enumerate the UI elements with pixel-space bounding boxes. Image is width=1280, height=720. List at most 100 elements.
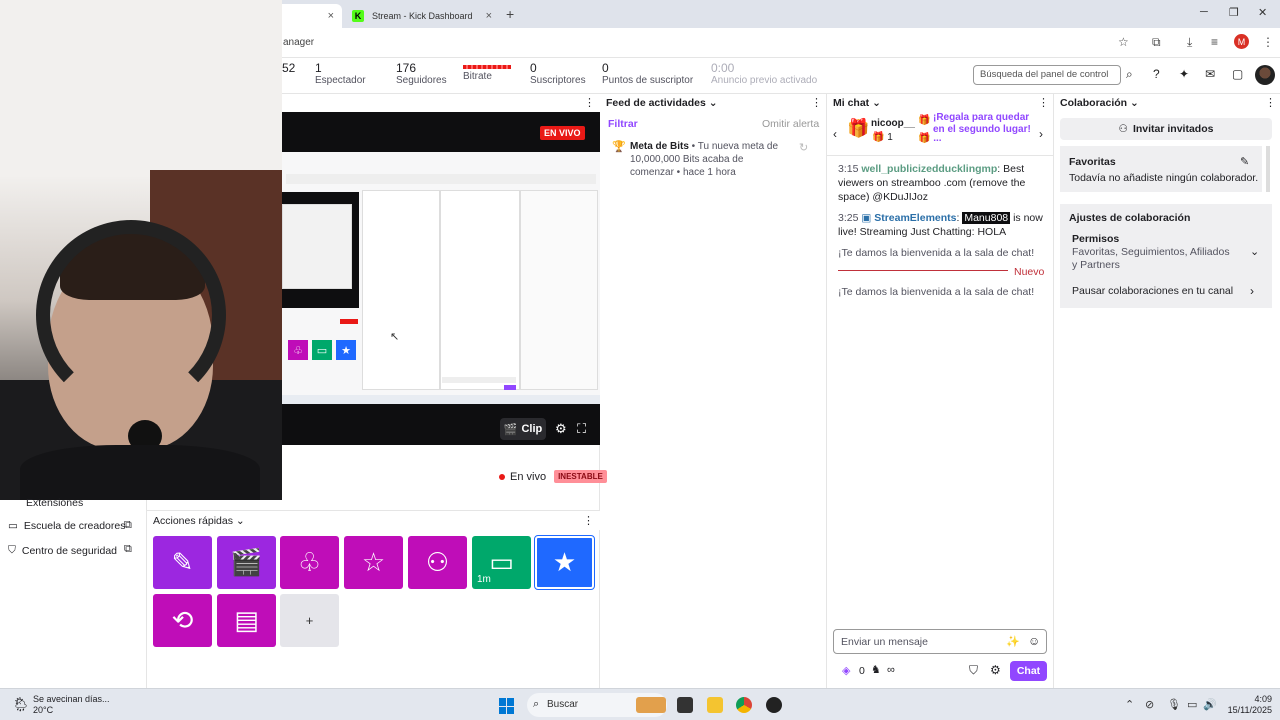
media-icon[interactable]: ≡ (1211, 35, 1218, 49)
add-quick-action-button[interactable]: + (280, 594, 339, 647)
badge-icon[interactable]: ♞ (871, 663, 881, 676)
new-tab-button[interactable]: + (506, 6, 514, 22)
chat-username[interactable]: well_publicizedducklingmp (861, 163, 997, 175)
layout-button[interactable]: ▤ (217, 594, 276, 647)
chevron-down-icon[interactable]: ⌄ (1250, 245, 1259, 258)
weather-widget[interactable]: Se avecinan días... 20°C (33, 694, 110, 716)
quick-actions-menu-icon[interactable]: ⋮ (583, 514, 594, 527)
wifi-off-icon[interactable]: ⊘ (1145, 698, 1154, 711)
weather-icon[interactable]: 🌦 (12, 696, 30, 713)
nav-item-seguridad[interactable]: ⛉ Centro de seguridad (8, 544, 117, 557)
restart-button[interactable]: ⟲ (153, 594, 212, 647)
activity-feed-title[interactable]: Feed de actividades ⌄ (606, 97, 718, 109)
scrollbar[interactable] (1266, 146, 1270, 192)
create-clip-button[interactable]: 🎬 (217, 536, 276, 589)
bookmark-star-icon[interactable]: ☆ (1118, 35, 1129, 49)
system-clock[interactable]: 4:09 15/11/2025 (1222, 694, 1272, 716)
star-icon: ★ (552, 547, 577, 577)
kick-logo-icon: K (352, 10, 364, 22)
magic-icon[interactable]: ✨ (1006, 635, 1020, 648)
infinity-label: ∞ (887, 664, 895, 676)
feature-button[interactable]: ☆ (344, 536, 403, 589)
chevron-right-icon[interactable]: › (1250, 284, 1254, 298)
mail-icon[interactable]: ✉ (1205, 67, 1215, 81)
help-icon[interactable]: ? (1153, 67, 1160, 81)
browser-tab-kick[interactable]: K Stream - Kick Dashboard × (344, 4, 500, 28)
close-tab-icon[interactable]: × (486, 10, 492, 22)
quick-actions-title[interactable]: Acciones rápidas ⌄ (153, 515, 245, 527)
menu-kebab-icon[interactable]: ⋮ (1262, 35, 1274, 49)
live-badge: EN VIVO (540, 126, 585, 140)
permissions-title[interactable]: Permisos (1072, 233, 1119, 246)
settings-gear-icon[interactable]: ⚙ (990, 663, 1001, 677)
new-messages-label: Nuevo (1014, 266, 1045, 278)
search-icon: ⌕ (533, 698, 540, 710)
trophy-icon: 🏆 (612, 141, 626, 153)
chat-bubble-icon[interactable]: ▢ (1232, 67, 1243, 81)
download-icon[interactable]: ⤓ (1187, 35, 1192, 50)
stat-followers: 176 Seguidores (396, 61, 447, 87)
chevron-right-icon[interactable]: › (1039, 127, 1043, 141)
dashboard-search-input[interactable]: Búsqueda del panel de control (973, 65, 1121, 85)
file-explorer-icon[interactable] (707, 697, 723, 713)
send-chat-button[interactable]: Chat (1010, 661, 1047, 681)
emoji-icon[interactable]: ☺ (1028, 634, 1040, 648)
activity-menu-icon[interactable]: ⋮ (811, 96, 822, 109)
minimize-button[interactable]: ─ (1200, 6, 1208, 18)
search-highlight-icon[interactable] (636, 697, 666, 713)
task-view-icon[interactable] (677, 697, 693, 713)
nav-item-escuela[interactable]: ▭ Escuela de creadores (8, 520, 125, 532)
shield-icon: ⛉ (8, 544, 16, 556)
collab-title[interactable]: Colaboración ⌄ (1060, 97, 1139, 109)
settings-gear-icon[interactable]: ⚙ (555, 421, 567, 437)
chevron-left-icon[interactable]: ‹ (833, 127, 837, 141)
close-tab-icon[interactable]: × (328, 10, 334, 22)
mini-nested (282, 204, 352, 289)
channel-points-icon[interactable]: ◈ (842, 664, 850, 677)
preview-menu-icon[interactable]: ⋮ (584, 96, 595, 109)
chat-username[interactable]: StreamElements (874, 212, 956, 224)
obs-icon[interactable] (766, 697, 782, 713)
chat-title[interactable]: Mi chat ⌄ (833, 97, 881, 109)
chrome-icon[interactable] (736, 697, 752, 713)
chevron-up-icon[interactable]: ⌃ (1125, 698, 1134, 711)
pencil-icon[interactable]: ✎ (1240, 155, 1249, 168)
chat-menu-icon[interactable]: ⋮ (1038, 96, 1049, 109)
live-status: En vivo INESTABLE (499, 470, 607, 483)
shield-icon[interactable]: ⛉ (969, 663, 978, 678)
microphone-icon[interactable]: 🎙 (1167, 698, 1181, 711)
url-field[interactable]: anager (283, 37, 314, 48)
sparkle-icon[interactable]: ✦ (1179, 67, 1189, 81)
run-ad-button[interactable]: ▭ 1m (472, 536, 531, 589)
skip-alert-button[interactable]: Omitir alerta (762, 118, 819, 130)
search-icon[interactable]: ⌕ (1126, 67, 1133, 82)
add-moderator-button[interactable]: ⚇ (408, 536, 467, 589)
shoutout-button[interactable]: ★ (534, 535, 595, 590)
external-link-icon: ⧉ (124, 519, 132, 531)
fullscreen-icon[interactable]: ⛶ (577, 421, 586, 437)
profile-avatar[interactable]: M (1234, 34, 1249, 49)
mini-chat-button (504, 385, 516, 390)
nav-item-extensiones[interactable]: Extensiones (26, 497, 83, 509)
mini-player (282, 294, 359, 308)
pause-collab-item[interactable]: Pausar colaboraciones en tu canal (1072, 285, 1233, 298)
invite-guests-button[interactable]: ⚇ Invitar invitados (1060, 118, 1272, 140)
browser-tab-active[interactable]: × (272, 4, 342, 28)
volume-icon[interactable]: 🔊 (1203, 698, 1217, 711)
user-avatar[interactable] (1255, 65, 1275, 85)
edit-stream-info-button[interactable]: ✎ (153, 536, 212, 589)
network-icon[interactable]: ▭ (1187, 698, 1197, 711)
raid-button[interactable]: ♧ (280, 536, 339, 589)
filter-button[interactable]: Filtrar (608, 118, 638, 130)
maximize-button[interactable]: ❐ (1229, 6, 1239, 19)
replay-icon[interactable]: ↻ (799, 141, 808, 154)
collab-menu-icon[interactable]: ⋮ (1265, 96, 1276, 109)
extensions-icon[interactable]: ⧉ (1152, 35, 1161, 50)
windows-start-icon[interactable] (499, 698, 515, 714)
mention: Manu808 (962, 212, 1011, 224)
gift-prompt[interactable]: ¡Regala para quedar en el segundo lugar! (933, 112, 1033, 136)
close-window-button[interactable]: ✕ (1258, 6, 1267, 19)
clip-button[interactable]: 🎬 Clip (500, 418, 546, 440)
favorites-title: Favoritas (1069, 156, 1116, 168)
mini-quick-action: ▭ (312, 340, 332, 360)
